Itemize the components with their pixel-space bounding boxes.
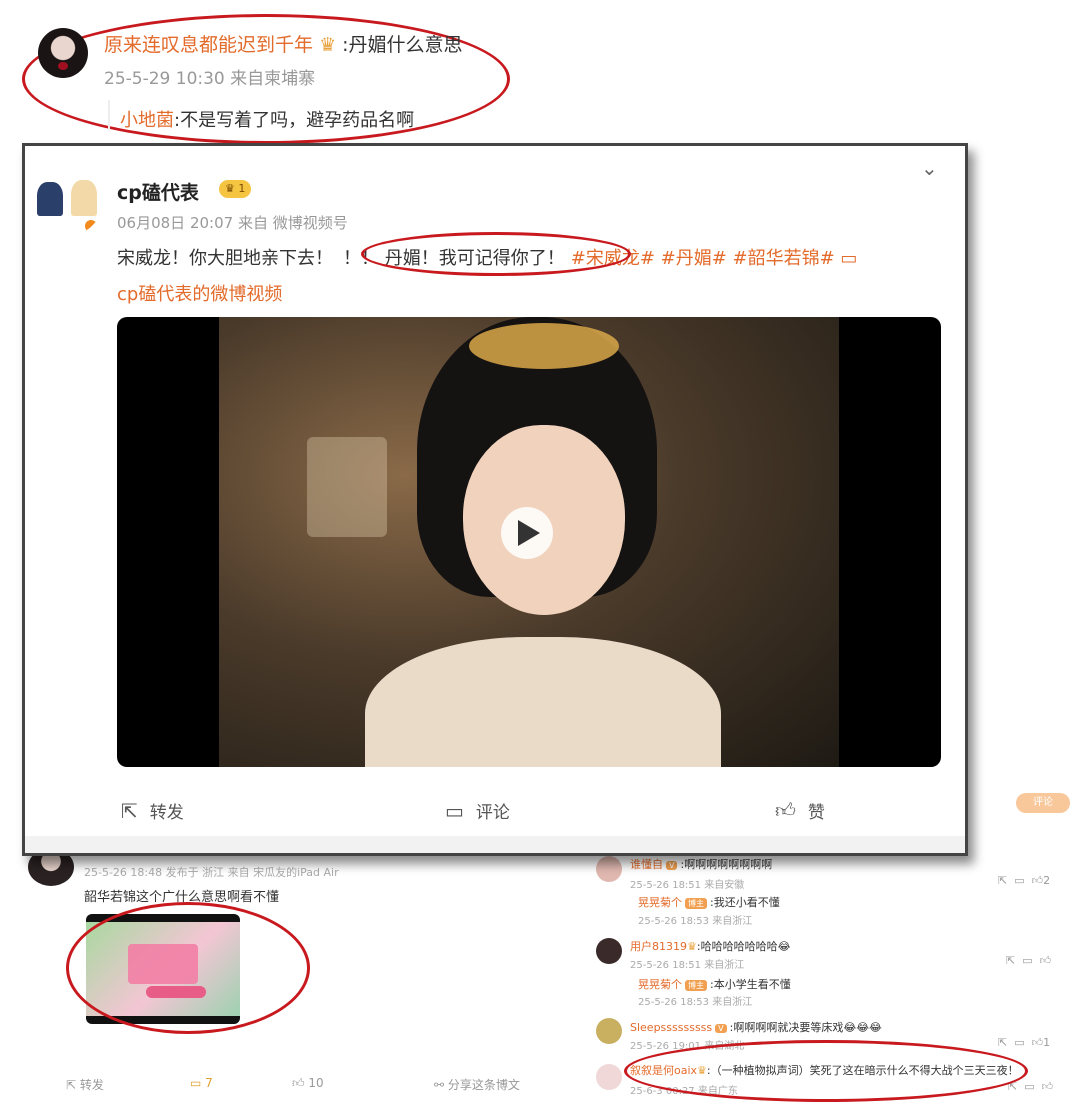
reply-text: :本小学生看不懂 bbox=[710, 978, 791, 991]
crown-icon: ♛ bbox=[225, 182, 235, 195]
avatar[interactable] bbox=[596, 1064, 622, 1090]
comment-username[interactable]: 谁懂自 bbox=[630, 858, 663, 871]
comment-button[interactable]: ▭ 7 bbox=[190, 1076, 213, 1090]
avatar[interactable] bbox=[596, 856, 622, 882]
highlight-ring-text bbox=[361, 232, 631, 276]
repost-button[interactable]: ⇱ 转发 bbox=[121, 798, 184, 824]
highlight-ring-thumbnail bbox=[66, 902, 310, 1034]
crown-icon: ♛ bbox=[687, 940, 697, 953]
comment-actions[interactable]: ⇱ ▭ 👍︎2 bbox=[998, 874, 1050, 887]
card-footer-bar bbox=[25, 836, 965, 853]
play-icon[interactable] bbox=[518, 520, 540, 546]
crown-icon: ♛ bbox=[319, 34, 337, 56]
vip-badge: V bbox=[715, 1024, 727, 1033]
comment-meta: 25-5-26 18:51 来自安徽 bbox=[630, 880, 745, 891]
thumbs-up-icon: 👍︎ bbox=[775, 798, 796, 822]
share-icon: ⚯ bbox=[434, 1078, 445, 1092]
reply-username[interactable]: 小地菌 bbox=[120, 110, 174, 131]
avatar[interactable] bbox=[31, 164, 103, 236]
comment-text: :哈哈哈哈哈哈哈 bbox=[696, 940, 778, 953]
vip-badge: V bbox=[666, 861, 678, 870]
highlight-ring-comment bbox=[624, 1040, 1028, 1102]
comment-username[interactable]: 用户81319 bbox=[630, 940, 687, 953]
comment-text: :啊啊啊啊啊啊啊啊 bbox=[680, 858, 773, 871]
repost-button[interactable]: ⇱ 转发 bbox=[66, 1076, 104, 1093]
comment-actions[interactable]: ⇱ ▭ 👍︎1 bbox=[998, 1036, 1050, 1049]
repost-icon: ⇱ bbox=[66, 1078, 77, 1092]
comment-icon: ▭ bbox=[445, 798, 464, 823]
reply-meta: 25-5-26 18:53 来自浙江 bbox=[638, 916, 753, 927]
repost-icon: ⇱ bbox=[121, 798, 138, 823]
video-camera-icon: ▭ bbox=[840, 248, 858, 269]
video-link[interactable]: cp磕代表的微博视频 bbox=[117, 280, 282, 306]
author-name[interactable]: cp磕代表 bbox=[117, 178, 199, 205]
share-button[interactable]: ⚯ 分享这条博文 bbox=[434, 1076, 520, 1093]
emoji-icon: 😂😂😂 bbox=[843, 1021, 882, 1034]
video-player[interactable] bbox=[117, 317, 941, 767]
comment-username[interactable]: 原来连叹息都能迟到千年 bbox=[104, 34, 313, 56]
comment-meta: 25-5-29 10:30 来自柬埔寨 bbox=[104, 69, 316, 89]
reply-text: :我还小看不懂 bbox=[710, 896, 780, 909]
post-meta: 25-5-26 18:48 发布于 浙江 来自 宋瓜友的iPad Air bbox=[84, 866, 339, 879]
laugh-emoji-icon: 😂 bbox=[777, 940, 791, 953]
level-badge: ♛ 1 bbox=[219, 180, 252, 198]
post-meta: 06月08日 20:07 来自 微博视频号 bbox=[117, 214, 348, 232]
comment-username[interactable]: Sleepsssssssss bbox=[630, 1021, 712, 1034]
avatar[interactable] bbox=[596, 938, 622, 964]
reply-username[interactable]: 晃晃菊个 bbox=[638, 978, 682, 991]
post-text: 宋威龙！你大胆地亲下去！ bbox=[117, 248, 333, 269]
comment-text: :啊啊啊啊就决要等床戏 bbox=[729, 1021, 844, 1034]
reply-meta: 25-5-26 18:53 来自浙江 bbox=[638, 997, 753, 1008]
avatar[interactable] bbox=[38, 28, 88, 78]
comment-text: :丹媚什么意思 bbox=[342, 34, 463, 56]
comment-icon: ▭ bbox=[190, 1076, 202, 1090]
reply-username[interactable]: 晃晃菊个 bbox=[638, 896, 682, 909]
comment-button[interactable]: ▭ 评论 bbox=[445, 798, 510, 824]
side-comment-badge[interactable]: 评论 bbox=[1016, 793, 1070, 813]
reply-text: :不是写着了吗，避孕药品名啊 bbox=[174, 110, 415, 131]
like-button[interactable]: 👍︎ 10 bbox=[292, 1076, 324, 1091]
post-card: cp磕代表 ♛ 1 ⌄ 06月08日 20:07 来自 微博视频号 宋威龙！你大… bbox=[22, 143, 968, 856]
comment-actions[interactable]: ⇱ ▭ 👍︎ bbox=[1006, 954, 1051, 967]
thumbs-up-icon: 👍︎ bbox=[292, 1076, 305, 1090]
reply-divider bbox=[108, 100, 110, 130]
comment-meta: 25-5-26 18:51 来自浙江 bbox=[630, 960, 745, 971]
author-badge: 博主 bbox=[685, 898, 707, 909]
chevron-down-icon[interactable]: ⌄ bbox=[921, 156, 938, 180]
author-badge: 博主 bbox=[685, 980, 707, 991]
like-button[interactable]: 👍︎ 赞 bbox=[775, 798, 825, 823]
avatar[interactable] bbox=[596, 1018, 622, 1044]
